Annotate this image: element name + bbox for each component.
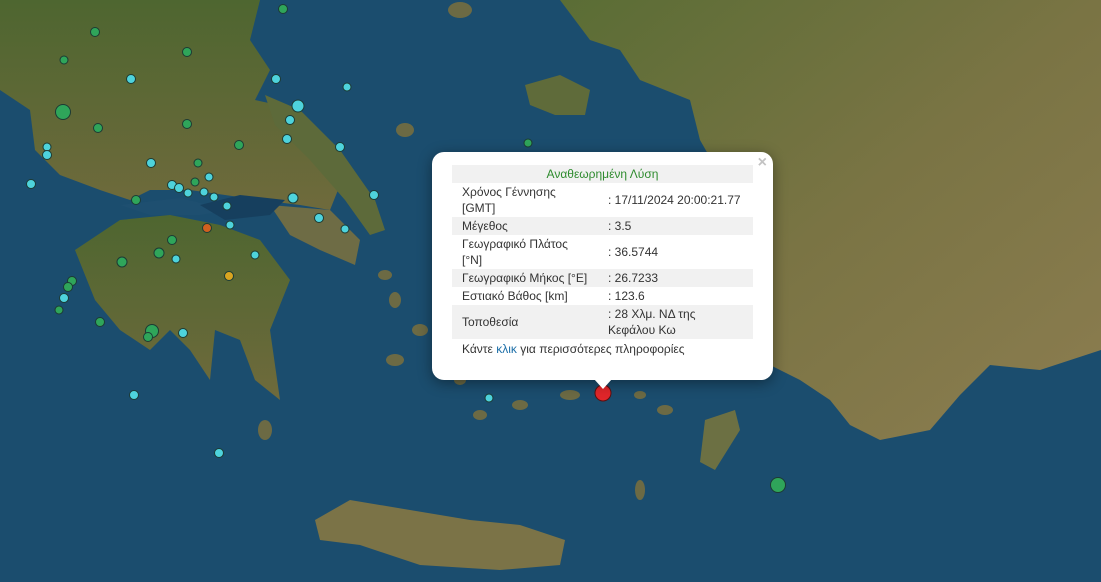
earthquake-marker[interactable] — [90, 27, 100, 37]
earthquake-marker[interactable] — [93, 123, 103, 133]
earthquake-marker[interactable] — [174, 183, 184, 193]
earthquake-info-popup: × Αναθεωρημένη Λύση Χρόνος Γέννησης [GMT… — [432, 152, 773, 380]
earthquake-marker[interactable] — [146, 158, 156, 168]
earthquake-marker[interactable] — [167, 235, 177, 245]
earthquake-marker[interactable] — [190, 177, 200, 187]
longitude-label: Γεωγραφικό Μήκος [°E] — [452, 269, 598, 287]
earthquake-marker[interactable] — [287, 192, 299, 204]
earthquake-marker[interactable] — [26, 179, 36, 189]
close-popup-button[interactable]: × — [758, 155, 767, 171]
info-table: Χρόνος Γέννησης [GMT] : 17/11/2024 20:00… — [452, 183, 753, 339]
earthquake-marker[interactable] — [271, 74, 281, 84]
table-row: Τοποθεσία : 28 Χλμ. ΝΔ της Κεφάλου Κω — [452, 305, 753, 339]
location-value: : 28 Χλμ. ΝΔ της Κεφάλου Κω — [598, 305, 753, 339]
earthquake-marker[interactable] — [314, 213, 324, 223]
earthquake-marker[interactable] — [59, 55, 69, 65]
depth-label: Εστιακό Βάθος [km] — [452, 287, 598, 305]
earthquake-marker[interactable] — [342, 82, 352, 92]
earthquake-marker[interactable] — [129, 390, 139, 400]
earthquake-marker[interactable] — [225, 220, 235, 230]
earthquake-marker[interactable] — [224, 271, 234, 281]
earthquake-marker[interactable] — [116, 256, 128, 268]
earthquake-marker[interactable] — [202, 223, 212, 233]
earthquake-marker[interactable] — [335, 142, 345, 152]
earthquake-marker[interactable] — [183, 188, 193, 198]
more-info-link[interactable]: κλικ — [496, 342, 517, 356]
earthquake-marker[interactable] — [153, 247, 165, 259]
earthquake-marker[interactable] — [282, 134, 292, 144]
earthquake-marker[interactable] — [143, 332, 153, 342]
map-view[interactable]: × Αναθεωρημένη Λύση Χρόνος Γέννησης [GMT… — [0, 0, 1101, 582]
location-label: Τοποθεσία — [452, 305, 598, 339]
earthquake-marker[interactable] — [278, 4, 288, 14]
popup-tip — [594, 379, 612, 389]
longitude-value: : 26.7233 — [598, 269, 753, 287]
earthquake-marker[interactable] — [131, 195, 141, 205]
earthquake-marker[interactable] — [126, 74, 136, 84]
magnitude-label: Μέγεθος — [452, 217, 598, 235]
earthquake-marker[interactable] — [178, 328, 188, 338]
table-row: Γεωγραφικό Μήκος [°E] : 26.7233 — [452, 269, 753, 287]
earthquake-marker[interactable] — [204, 172, 214, 182]
earthquake-marker[interactable] — [209, 192, 219, 202]
magnitude-value: : 3.5 — [598, 217, 753, 235]
earthquake-marker[interactable] — [193, 158, 203, 168]
earthquake-marker[interactable] — [291, 99, 305, 113]
earthquake-marker[interactable] — [54, 305, 64, 315]
earthquake-marker[interactable] — [523, 138, 533, 148]
earthquake-marker[interactable] — [369, 190, 379, 200]
earthquake-marker[interactable] — [234, 140, 244, 150]
popup-title: Αναθεωρημένη Λύση — [452, 165, 753, 183]
earthquake-marker[interactable] — [222, 201, 232, 211]
earthquake-marker[interactable] — [285, 115, 295, 125]
origin-time-value: : 17/11/2024 20:00:21.77 — [598, 183, 753, 217]
more-info-line: Κάντε κλικ για περισσότερες πληροφορίες — [452, 339, 753, 359]
earthquake-marker[interactable] — [770, 477, 786, 493]
earthquake-marker[interactable] — [484, 393, 494, 403]
more-info-prefix: Κάντε — [462, 342, 493, 356]
table-row: Γεωγραφικό Πλάτος [°N] : 36.5744 — [452, 235, 753, 269]
earthquake-marker[interactable] — [199, 187, 209, 197]
earthquake-marker[interactable] — [95, 317, 105, 327]
earthquake-marker[interactable] — [63, 282, 73, 292]
earthquake-marker[interactable] — [171, 254, 181, 264]
earthquake-marker[interactable] — [182, 119, 192, 129]
earthquake-marker[interactable] — [340, 224, 350, 234]
earthquake-marker[interactable] — [182, 47, 192, 57]
earthquake-marker[interactable] — [250, 250, 260, 260]
earthquake-marker[interactable] — [59, 293, 69, 303]
depth-value: : 123.6 — [598, 287, 753, 305]
table-row: Εστιακό Βάθος [km] : 123.6 — [452, 287, 753, 305]
table-row: Χρόνος Γέννησης [GMT] : 17/11/2024 20:00… — [452, 183, 753, 217]
earthquake-marker[interactable] — [214, 448, 224, 458]
origin-time-label: Χρόνος Γέννησης [GMT] — [452, 183, 598, 217]
latitude-value: : 36.5744 — [598, 235, 753, 269]
latitude-label: Γεωγραφικό Πλάτος [°N] — [452, 235, 598, 269]
earthquake-marker[interactable] — [55, 104, 71, 120]
more-info-suffix: για περισσότερες πληροφορίες — [520, 342, 685, 356]
earthquake-marker[interactable] — [42, 150, 52, 160]
table-row: Μέγεθος : 3.5 — [452, 217, 753, 235]
